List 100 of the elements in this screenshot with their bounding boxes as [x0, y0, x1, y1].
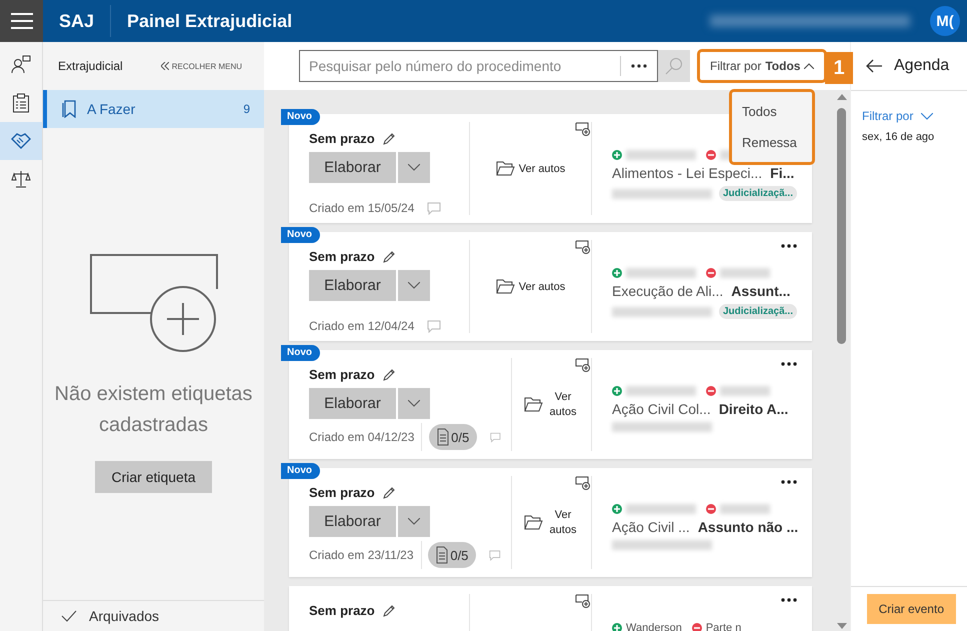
back-arrow-icon[interactable] — [866, 59, 882, 73]
minus-circle-icon — [706, 504, 716, 514]
create-tag-button[interactable]: Criar etiqueta — [95, 461, 212, 493]
document-icon — [436, 546, 448, 564]
case-subject: Fi... — [770, 165, 794, 181]
draft-button[interactable]: Elaborar — [309, 270, 396, 301]
panel-title: Agenda — [894, 57, 950, 75]
created-date: Criado em 23/11/23 — [309, 548, 414, 562]
chevron-down-icon — [408, 400, 420, 407]
document-icon — [437, 428, 450, 446]
pencil-icon[interactable] — [382, 132, 396, 145]
created-date: Criado em 12/04/24 — [309, 319, 414, 333]
window-add-icon[interactable] — [575, 122, 591, 136]
window-add-icon[interactable] — [575, 240, 591, 254]
menu-icon — [10, 13, 32, 29]
status-tag: Judicializaçã... — [718, 304, 797, 319]
draft-button[interactable]: Elaborar — [309, 388, 396, 419]
deadline-label: Sem prazo — [309, 367, 375, 382]
window-add-icon[interactable] — [575, 358, 591, 372]
status-tag: Judicializaçã... — [718, 186, 797, 201]
step-number-badge: 1 — [825, 52, 853, 84]
filter-button[interactable]: Filtrar por — [862, 109, 967, 123]
chevron-down-icon — [408, 282, 420, 289]
pencil-icon[interactable] — [382, 368, 396, 381]
folder-icon — [496, 161, 515, 176]
more-options-icon[interactable] — [631, 64, 647, 68]
collapse-menu-button[interactable]: RECOLHER MENU — [160, 62, 242, 70]
plus-circle-icon — [612, 504, 622, 514]
created-date: Criado em 04/12/23 — [309, 430, 414, 444]
case-subject: Assunto não ... — [698, 519, 798, 535]
folder-icon — [524, 515, 543, 530]
more-options-icon[interactable] — [781, 362, 797, 366]
chevron-up-icon — [804, 63, 814, 69]
view-case-link[interactable]: Ver autos — [496, 279, 566, 294]
view-case-link[interactable]: Ver autos — [524, 390, 579, 420]
dropdown-option[interactable]: Todos — [732, 96, 812, 127]
folder-icon — [496, 279, 515, 294]
empty-message: Não existem etiquetas cadastradas — [54, 382, 254, 438]
scrollbar-thumb[interactable] — [837, 108, 846, 344]
redacted-party-name — [720, 268, 770, 278]
created-date: Criado em 15/05/24 — [309, 201, 414, 215]
chevron-down-icon — [408, 518, 420, 525]
case-subject: Direito A... — [718, 401, 788, 417]
documents-counter: 0/5 — [429, 424, 478, 450]
redacted-party-name — [626, 150, 696, 160]
new-badge: Novo — [281, 345, 320, 361]
menu-button[interactable] — [0, 0, 43, 42]
sidebar-item[interactable]: A Fazer 9 — [43, 90, 264, 128]
chevron-down-icon — [921, 112, 934, 120]
agenda-date: sex, 16 de ago — [862, 131, 936, 143]
rail-button[interactable] — [0, 122, 42, 160]
more-options-icon[interactable] — [781, 598, 797, 602]
more-options-icon[interactable] — [781, 244, 797, 248]
draft-button[interactable]: Elaborar — [309, 152, 396, 183]
case-class: Ação Civil ... — [612, 519, 690, 535]
redacted-party-name — [720, 386, 770, 396]
scroll-up-icon[interactable] — [836, 94, 846, 100]
page-title: Painel Extrajudicial — [127, 10, 292, 32]
app-name: SAJ — [59, 10, 94, 32]
dropdown-option[interactable]: Remessa — [732, 127, 812, 158]
case-class: Alimentos - Lei Especi... — [612, 165, 762, 181]
redacted-party-name — [626, 268, 696, 278]
deadline-label: Sem prazo — [309, 249, 375, 264]
person-chat-icon — [11, 55, 31, 75]
pencil-icon[interactable] — [382, 486, 396, 499]
sidebar-title: Extrajudicial — [58, 59, 123, 73]
check-icon — [61, 610, 77, 622]
view-case-link[interactable]: Ver autos — [496, 161, 566, 176]
minus-circle-icon — [706, 268, 716, 278]
filter-button[interactable]: Filtrar por Todos — [697, 49, 828, 83]
deadline-label: Sem prazo — [309, 131, 375, 146]
clipboard-icon — [12, 93, 30, 113]
double-chevron-left-icon — [160, 62, 169, 70]
scroll-down-icon[interactable] — [836, 623, 846, 629]
chevron-down-icon — [408, 164, 420, 171]
search-box[interactable]: Pesquisar pelo número do procedimento — [299, 50, 658, 82]
new-badge: Novo — [281, 227, 320, 243]
view-case-link[interactable]: Ver autos — [524, 508, 579, 538]
plus-circle-icon — [612, 386, 622, 396]
minus-circle-icon — [706, 386, 716, 396]
create-event-button[interactable]: Criar evento — [866, 594, 956, 624]
plus-circle-icon — [612, 150, 622, 160]
case-class: Execução de Ali... — [612, 283, 724, 299]
party-name: Wanderson — [626, 622, 682, 631]
new-badge: Novo — [281, 463, 320, 479]
pencil-icon[interactable] — [382, 250, 396, 263]
window-add-icon[interactable] — [575, 594, 591, 608]
new-badge: Novo — [281, 109, 320, 125]
draft-button[interactable]: Elaborar — [309, 506, 396, 537]
deadline-label: Sem prazo — [309, 485, 375, 500]
more-options-icon[interactable] — [781, 480, 797, 484]
user-avatar[interactable]: M( — [930, 6, 960, 36]
minus-circle-icon — [706, 150, 716, 160]
search-icon — [665, 57, 683, 75]
pencil-icon[interactable] — [382, 604, 396, 617]
redacted-party-name — [720, 504, 770, 514]
party-name: Parte n — [706, 622, 742, 631]
scales-icon — [11, 169, 31, 189]
plus-circle-icon — [612, 268, 622, 278]
window-add-icon[interactable] — [575, 476, 591, 490]
